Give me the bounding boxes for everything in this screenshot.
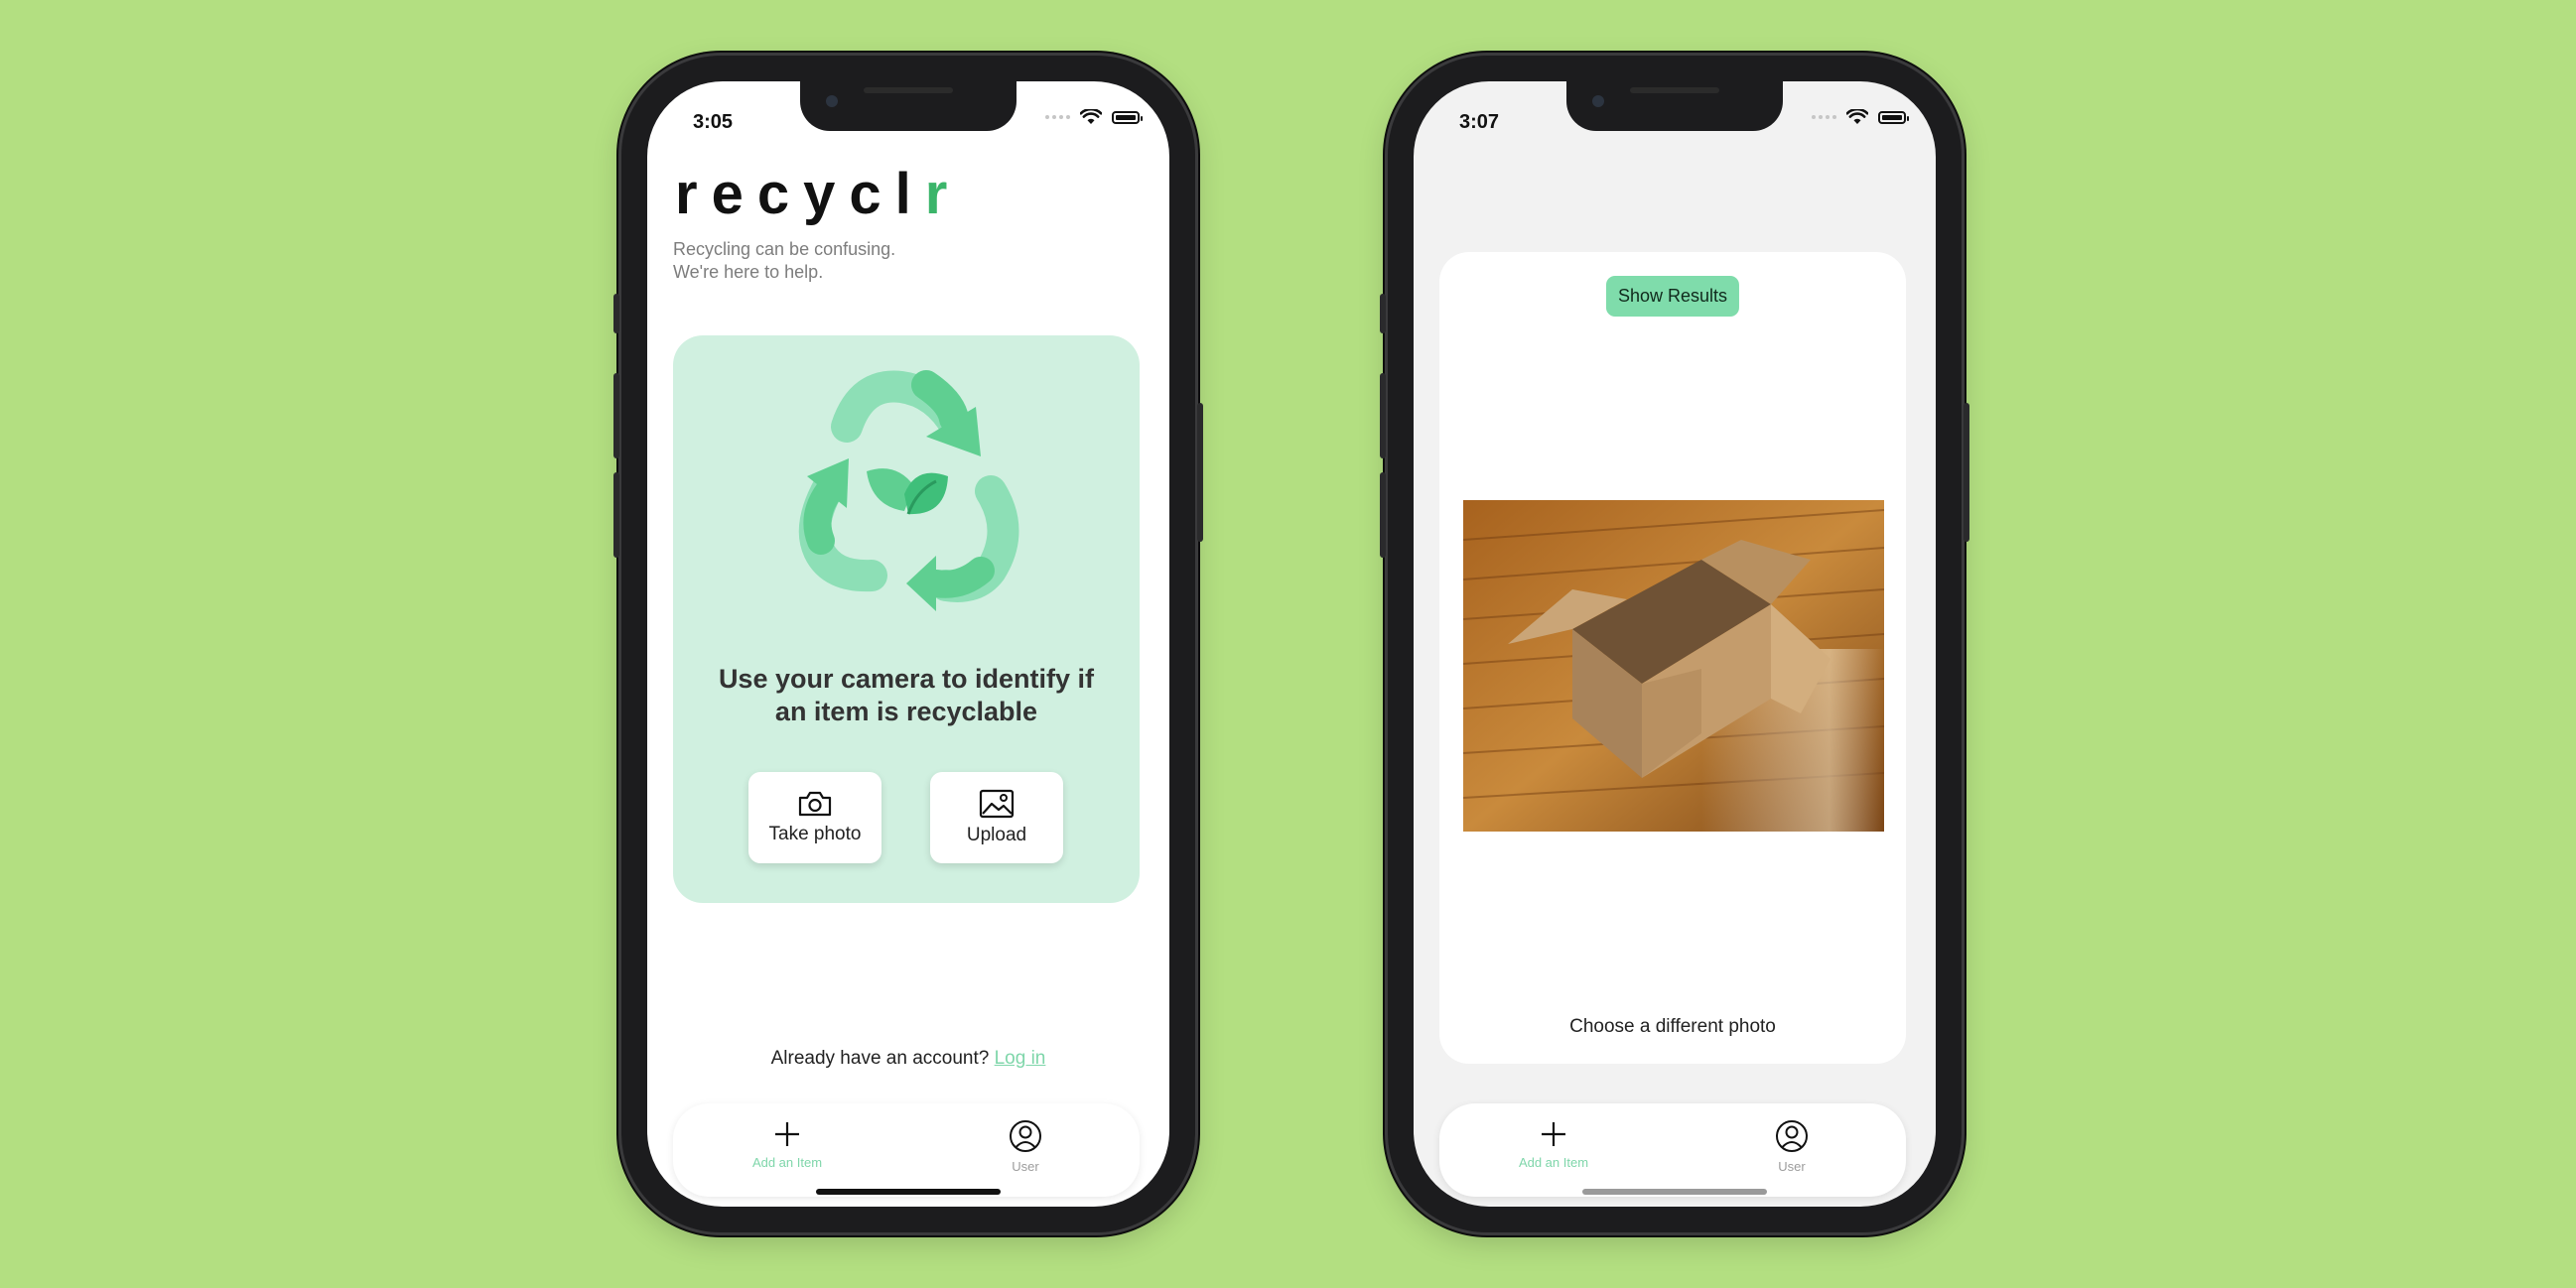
notch bbox=[1566, 81, 1783, 131]
status-icons bbox=[1045, 109, 1143, 125]
recycle-leaf-icon bbox=[798, 370, 1019, 611]
hero-text: Use your camera to identify if an item i… bbox=[718, 664, 1095, 726]
tab-bar: Add an Item User bbox=[1439, 1103, 1906, 1197]
take-photo-button[interactable]: Take photo bbox=[748, 772, 881, 863]
show-results-button[interactable]: Show Results bbox=[1605, 276, 1740, 317]
phone-right: 3:07 Show Results Choose a different pho… bbox=[1380, 56, 1969, 1232]
hero-card: Use your camera to identify if an item i… bbox=[673, 335, 1140, 903]
upload-label: Upload bbox=[966, 825, 1027, 845]
upload-button[interactable]: Upload bbox=[930, 772, 1063, 863]
tab-add-item[interactable]: Add an Item bbox=[1494, 1119, 1613, 1170]
tagline: Recycling can be confusing. We're here t… bbox=[673, 238, 895, 284]
tab-add-item-label: Add an Item bbox=[751, 1155, 823, 1170]
app-logo: recyclr bbox=[675, 162, 962, 226]
login-link[interactable]: Log in bbox=[995, 1048, 1046, 1069]
tab-user[interactable]: User bbox=[966, 1119, 1085, 1174]
image-icon bbox=[979, 789, 1015, 819]
tagline-line-2: We're here to help. bbox=[673, 262, 824, 282]
wifi-icon bbox=[1080, 109, 1102, 124]
cellular-icon bbox=[1812, 115, 1836, 119]
tab-user-label: User bbox=[1012, 1159, 1039, 1174]
user-circle-icon bbox=[1010, 1120, 1041, 1152]
user-circle-icon bbox=[1776, 1120, 1808, 1152]
tagline-line-1: Recycling can be confusing. bbox=[673, 239, 896, 259]
status-icons bbox=[1812, 109, 1909, 125]
home-indicator bbox=[816, 1189, 1001, 1195]
home-indicator bbox=[1582, 1189, 1767, 1195]
take-photo-label: Take photo bbox=[768, 824, 862, 844]
plus-icon bbox=[1542, 1122, 1565, 1146]
tab-add-item-label: Add an Item bbox=[1518, 1155, 1589, 1170]
screen-left: 3:05 recyclr Recycling can be confusing.… bbox=[647, 81, 1169, 1207]
account-prompt: Already have an account? Log in bbox=[647, 1048, 1169, 1070]
camera-icon bbox=[798, 791, 832, 817]
cellular-icon bbox=[1045, 115, 1070, 119]
account-prompt-text: Already have an account? bbox=[770, 1048, 990, 1069]
wifi-icon bbox=[1846, 109, 1868, 124]
tab-user-label: User bbox=[1778, 1159, 1806, 1174]
tab-bar: Add an Item User bbox=[673, 1103, 1140, 1197]
phone-left: 3:05 recyclr Recycling can be confusing.… bbox=[613, 56, 1203, 1232]
plus-icon bbox=[775, 1122, 799, 1146]
screen-right: 3:07 Show Results Choose a different pho… bbox=[1414, 81, 1936, 1207]
status-time: 3:07 bbox=[1459, 111, 1500, 133]
tab-add-item[interactable]: Add an Item bbox=[728, 1119, 847, 1170]
notch bbox=[800, 81, 1017, 131]
cardboard-box-photo bbox=[1463, 500, 1884, 832]
tab-user[interactable]: User bbox=[1732, 1119, 1851, 1174]
battery-icon bbox=[1112, 110, 1143, 124]
photo-card: Show Results Choose a different photo bbox=[1439, 252, 1906, 1064]
battery-icon bbox=[1878, 110, 1909, 124]
choose-different-photo-button[interactable]: Choose a different photo bbox=[1439, 1016, 1906, 1038]
status-time: 3:05 bbox=[693, 111, 734, 133]
